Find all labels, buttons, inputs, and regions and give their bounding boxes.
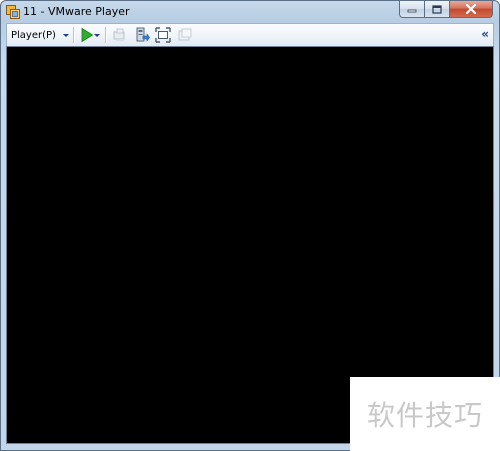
player-menu-button[interactable]: Player(P) [11, 28, 69, 42]
window-title: 11 - VMware Player [23, 5, 130, 18]
vmware-app-icon [6, 4, 20, 19]
close-icon [465, 4, 477, 14]
player-menu-label: Player(P) [11, 29, 56, 41]
title-bar[interactable]: 11 - VMware Player [1, 1, 499, 23]
maximize-button[interactable] [425, 1, 450, 18]
window-controls [399, 1, 493, 19]
chevron-down-icon [62, 33, 69, 37]
close-button[interactable] [450, 1, 493, 18]
watermark: 软件技巧 [350, 377, 500, 451]
send-ctrl-alt-del-icon[interactable] [112, 27, 128, 43]
player-toolbar: Player(P) « [6, 23, 494, 46]
toolbar-separator [73, 27, 75, 43]
maximize-icon [432, 4, 442, 14]
collapse-toolbar-button[interactable]: « [481, 27, 489, 41]
full-screen-icon[interactable] [155, 27, 171, 43]
unity-icon[interactable] [177, 27, 193, 43]
minimize-icon [407, 9, 417, 13]
play-icon[interactable] [79, 27, 95, 43]
removable-devices-icon[interactable] [134, 27, 150, 43]
play-dropdown-icon[interactable] [94, 34, 100, 37]
toolbar-separator [105, 27, 107, 43]
minimize-button[interactable] [399, 1, 425, 18]
